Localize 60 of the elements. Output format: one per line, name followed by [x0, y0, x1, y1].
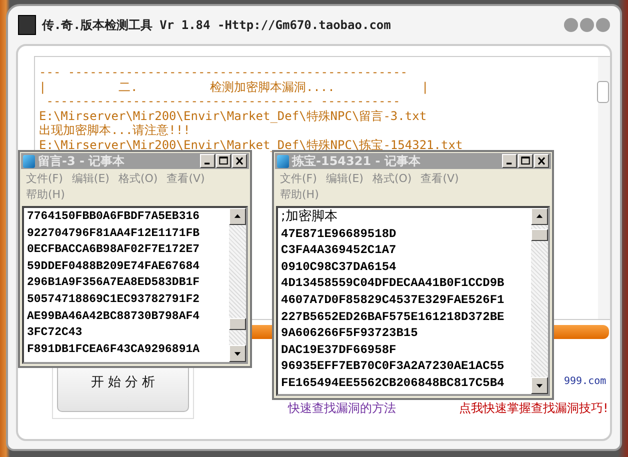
menu-item[interactable]: 帮助(H): [280, 187, 319, 203]
window-title: 传.奇.版本检测工具 Vr 1.84 -Http://Gm670.taobao.com: [42, 16, 391, 34]
menu-item[interactable]: 编辑(E): [72, 171, 110, 187]
scroll-up-icon[interactable]: [229, 208, 246, 225]
scrollbar[interactable]: [229, 208, 246, 362]
menu-item[interactable]: 编辑(E): [326, 171, 364, 187]
text-line: 0910C98C37DA6154: [281, 258, 398, 276]
scroll-down-icon[interactable]: [531, 377, 548, 394]
text-line: 47E871E96689518D: [281, 226, 398, 242]
text-line: DAC19E37DF66958F: [281, 342, 398, 358]
minimize-button[interactable]: [502, 154, 517, 168]
help-link[interactable]: 快速查找漏洞的方法: [288, 400, 396, 417]
menu-item[interactable]: 格式(O): [118, 171, 158, 187]
minimize-button[interactable]: [200, 154, 215, 168]
text-line: FE165494EE5562CB206848BC817C5B4: [281, 374, 506, 392]
maximize-button[interactable]: [216, 154, 231, 168]
help-link[interactable]: 点我快速掌握查找漏洞技巧!: [459, 400, 608, 417]
menu-item[interactable]: 文件(F): [26, 171, 63, 187]
log-line: ------------------------------------- -----------: [45, 94, 402, 108]
menu-item[interactable]: 帮助(H): [26, 187, 65, 203]
text-line: 96935EFF7EB70C0F3A2A7230AE1AC55: [281, 358, 506, 375]
log-line: E:\Mirserver\Mir200\Envir\Market_Def\特殊NPC\留言-3.txt: [39, 108, 428, 123]
scroll-up-icon[interactable]: [531, 208, 548, 225]
close-button[interactable]: [534, 154, 549, 168]
app-logo-icon: [18, 15, 36, 35]
text-line: 9A606266F5F93723B15: [281, 325, 419, 342]
text-line: 227B5652ED26BAF575E161218D372BE: [281, 308, 506, 326]
menu-item[interactable]: 文件(F): [280, 171, 317, 187]
log-line: 出现加密脚本...请注意!!!: [39, 123, 192, 138]
menu-item[interactable]: 格式(O): [372, 171, 412, 187]
text-line: 4D13458559C04DFDECAA41B0F1CCD9B: [281, 275, 506, 292]
text-line: 0ECFBACCA6B98AF02F7E172E7: [27, 242, 201, 258]
scrollbar[interactable]: [531, 208, 548, 394]
text-line: C3FA4A369452C1A7: [281, 242, 398, 259]
text-line: 4607A7D0F85829C4537E329FAE526F1: [281, 292, 506, 309]
notepad-title: 留言-3 - 记事本: [38, 152, 125, 170]
text-editor[interactable]: [276, 206, 550, 396]
text-line: ;加密脚本: [281, 209, 338, 226]
close-button[interactable]: [232, 154, 247, 168]
text-line: 296B1A9F356A7EA8ED583DB1F: [27, 275, 201, 292]
log-line: | 二. 检测加密脚本漏洞.... |: [39, 80, 430, 94]
text-line: 3FC72C43: [27, 325, 84, 342]
maximize-button[interactable]: [518, 154, 533, 168]
scrollbar[interactable]: [598, 57, 610, 319]
text-line: 922704796F81AA4F12E1171FB: [27, 226, 201, 242]
text-line: 59DDEF0488B209E74FAE67684: [27, 258, 201, 275]
menu-item[interactable]: 查看(V): [420, 171, 459, 187]
notepad-icon: [23, 154, 35, 168]
notepad-title: 拣宝-154321 - 记事本: [292, 152, 420, 170]
link-text[interactable]: 999.com: [564, 376, 606, 387]
text-editor[interactable]: [22, 206, 248, 364]
text-line: 7764150FBB0A6FBDF7A5EB316: [27, 209, 201, 225]
scroll-thumb[interactable]: [597, 81, 609, 103]
menu-item[interactable]: 查看(V): [166, 171, 205, 187]
notepad-icon: [277, 154, 289, 168]
text-line: 50574718869C1EC93782791F2: [27, 292, 201, 308]
log-line: --- -----------------------------------------------: [39, 65, 408, 80]
text-line: AE99BA46A42BC88730B798AF4: [27, 308, 201, 325]
scroll-down-icon[interactable]: [229, 345, 246, 362]
log-line: E:\Mirserver\Mir200\Envir\Market_Def\特殊NPC\拣宝-154321.txt: [39, 138, 463, 152]
